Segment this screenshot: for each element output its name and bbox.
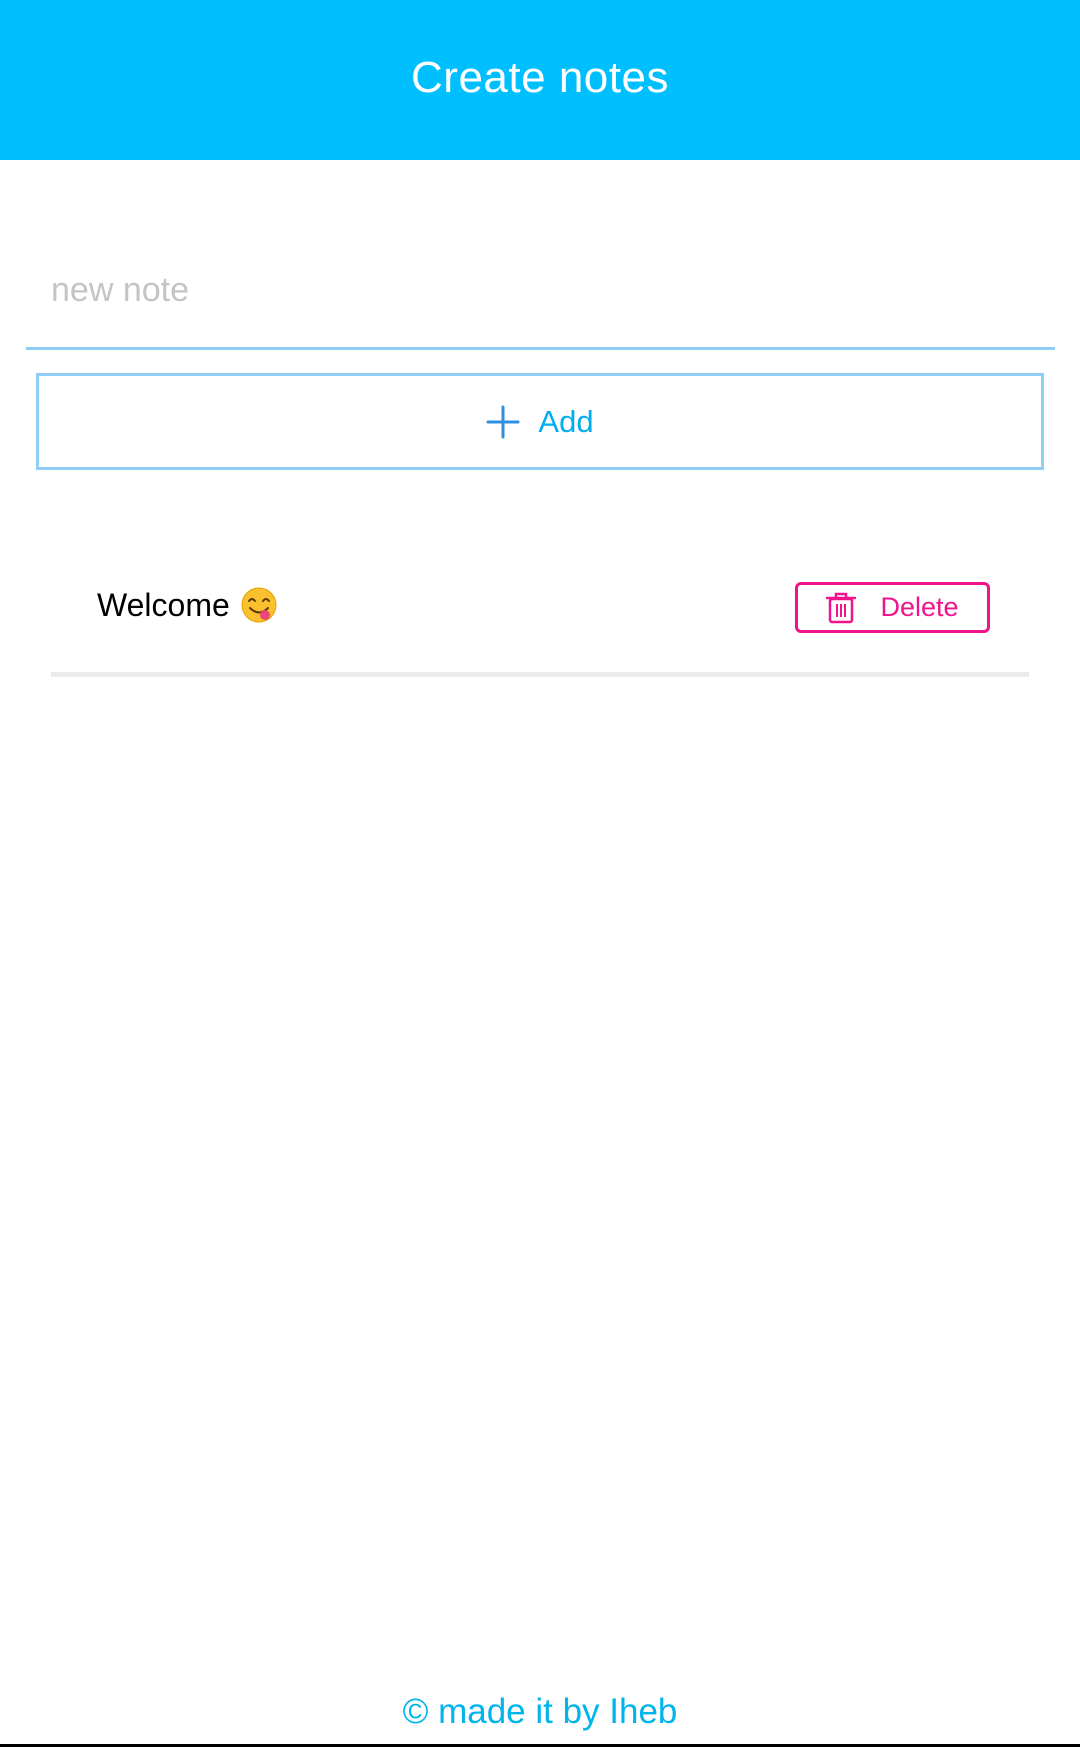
page-title: Create notes (411, 53, 669, 102)
note-text: Welcome (97, 586, 278, 624)
new-note-input[interactable] (51, 260, 1011, 320)
plus-icon (486, 405, 520, 438)
face-savoring-food-icon (241, 587, 277, 623)
delete-button[interactable]: Delete (795, 582, 990, 633)
delete-button-label: Delete (880, 592, 959, 622)
app-bar: Create notes (0, 0, 1080, 160)
add-button-label: Add (538, 403, 594, 439)
note-input-container (26, 240, 1055, 350)
footer-credit: © made it by Iheb (402, 1692, 678, 1731)
trash-icon (826, 592, 857, 623)
list-item: Welcome Delete (51, 560, 1029, 677)
add-button[interactable]: Add (36, 373, 1044, 470)
note-label: Welcome (97, 586, 230, 623)
